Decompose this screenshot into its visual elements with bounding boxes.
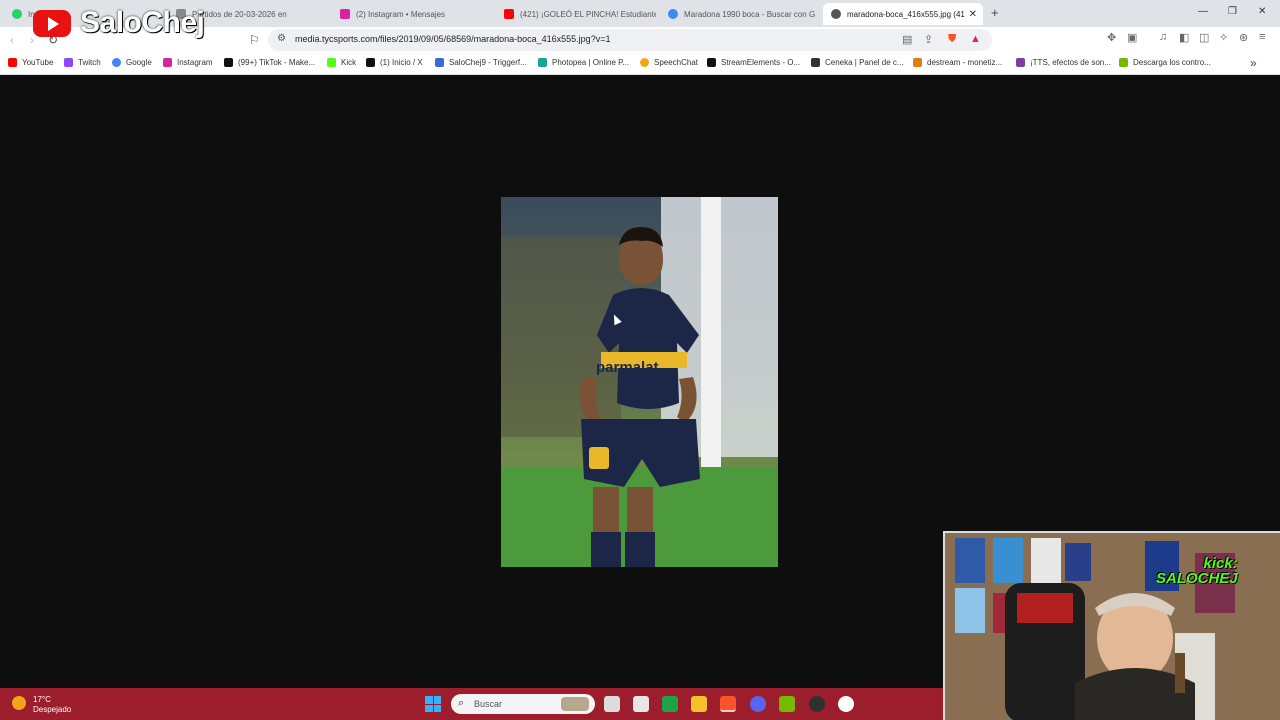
channel-name: SaloChej (80, 6, 205, 39)
maradona-photo-graphic: parmalat (501, 197, 778, 567)
minimize-icon[interactable]: — (1198, 6, 1208, 17)
google-icon (668, 9, 678, 19)
streamlabs-icon[interactable] (838, 696, 854, 712)
taskbar-search[interactable]: ⌕ Buscar (451, 694, 595, 714)
bookmark-tiktok[interactable]: (99+) TikTok - Make... (224, 58, 315, 67)
globe-icon (831, 9, 841, 19)
moon-weather-icon[interactable] (12, 696, 26, 710)
screenshot-icon[interactable]: ▣ (1127, 31, 1137, 44)
sidebar-icon[interactable]: ◧ (1179, 31, 1189, 44)
tiktok-icon (224, 58, 233, 67)
search-icon: ⌕ (458, 697, 465, 709)
triggerfyre-icon (435, 58, 444, 67)
tab-google-search[interactable]: Maradona 1990 boca - Buscar con G (660, 3, 820, 25)
bookmarks-bar: YouTube Twitch Google Instagram (99+) Ti… (0, 53, 1280, 75)
maradona-photo[interactable]: parmalat (501, 197, 778, 567)
reader-mode-icon[interactable]: ▤ (902, 33, 912, 46)
more-bookmarks-icon[interactable]: » (1250, 56, 1257, 70)
extensions-icon[interactable]: ✥ (1107, 31, 1116, 44)
youtube-icon (8, 58, 17, 67)
brave-rewards-icon[interactable]: ▲ (970, 33, 981, 45)
youtube-icon (504, 9, 514, 19)
menu-icon[interactable]: ≡ (1259, 31, 1265, 43)
tab-youtube-video[interactable]: (421) ¡GOLEÓ EL PINCHA! Estudiantes (496, 3, 656, 25)
search-placeholder: Buscar (474, 699, 503, 709)
brave-icon[interactable] (720, 696, 736, 712)
close-window-icon[interactable]: ✕ (1258, 6, 1266, 17)
store-icon[interactable] (633, 696, 649, 712)
restore-icon[interactable]: ❐ (1228, 6, 1237, 17)
bookmark-ceneka[interactable]: Ceneka | Panel de c... (811, 58, 904, 67)
wallet-icon[interactable]: ◫ (1199, 31, 1209, 44)
ceneka-icon (811, 58, 820, 67)
bookmark-photopea[interactable]: Photopea | Online P... (538, 58, 629, 67)
bookmark-streamelements[interactable]: StreamElements - O... (707, 58, 800, 67)
site-info-icon[interactable]: ⚙ (277, 33, 286, 44)
xbox-icon[interactable] (662, 696, 678, 712)
kick-icon (327, 58, 336, 67)
x-icon (366, 58, 375, 67)
destream-icon (913, 58, 922, 67)
bookmark-destream[interactable]: destream - monetiz... (913, 58, 1002, 67)
vpn-icon[interactable]: ⊛ (1239, 31, 1248, 44)
obs-icon[interactable] (809, 696, 825, 712)
instagram-icon (340, 9, 350, 19)
discord-icon[interactable] (750, 696, 766, 712)
close-tab-icon[interactable]: ✕ (969, 9, 977, 20)
bookmark-x[interactable]: (1) Inicio / X (366, 58, 423, 67)
tab-image-active[interactable]: maradona-boca_416x555.jpg (41 ✕ (823, 3, 983, 25)
weather-temperature[interactable]: 17°C (33, 695, 51, 704)
bookmark-triggerfyre[interactable]: SaloChej9 - Triggerf... (435, 58, 527, 67)
instagram-icon (163, 58, 172, 67)
photopea-icon (538, 58, 547, 67)
bookmark-kick[interactable]: Kick (327, 58, 356, 67)
back-button[interactable]: ‹ (10, 33, 14, 47)
google-icon (112, 58, 121, 67)
bookmark-speechchat[interactable]: SpeechChat (640, 58, 698, 67)
nvidia-icon[interactable] (779, 696, 795, 712)
bookmark-nvidia[interactable]: Descarga los contro... (1119, 58, 1211, 67)
bookmark-twitch[interactable]: Twitch (64, 58, 101, 67)
whatsapp-icon (12, 9, 22, 19)
bookmark-instagram[interactable]: Instagram (163, 58, 213, 67)
leo-ai-icon[interactable]: ✧ (1219, 31, 1228, 44)
explorer-icon[interactable] (691, 696, 707, 712)
tab-instagram-messages[interactable]: (2) Instagram • Mensajes (332, 3, 497, 25)
youtube-logo-icon (33, 9, 71, 37)
share-icon[interactable]: ⇪ (924, 33, 933, 46)
search-highlight-image (561, 697, 589, 711)
kick-channel-label: kick: SALOCHEJ (1156, 555, 1238, 587)
jersey-sponsor-text: parmalat (596, 359, 659, 376)
bookmark-tts[interactable]: ¡TTS, efectos de son... (1016, 58, 1111, 67)
nvidia-icon (1119, 58, 1128, 67)
streamelements-icon (707, 58, 716, 67)
task-view-icon[interactable] (604, 696, 620, 712)
speechchat-icon (640, 58, 649, 67)
windows-start-icon[interactable] (425, 696, 441, 712)
tts-icon (1016, 58, 1025, 67)
twitch-icon (64, 58, 73, 67)
new-tab-button[interactable]: + (991, 5, 999, 20)
weather-description[interactable]: Despejado (33, 705, 71, 714)
address-bar[interactable]: ⚙ media.tycsports.com/files/2019/09/05/6… (268, 29, 992, 51)
bookmark-google[interactable]: Google (112, 58, 152, 67)
bookmark-icon[interactable]: ⚐ (249, 33, 260, 47)
bookmark-youtube[interactable]: YouTube (8, 58, 53, 67)
brave-shields-icon[interactable]: ⛊ (948, 33, 956, 46)
media-icon[interactable]: ♫ (1159, 31, 1167, 43)
channel-logo: SaloChej (33, 6, 205, 40)
